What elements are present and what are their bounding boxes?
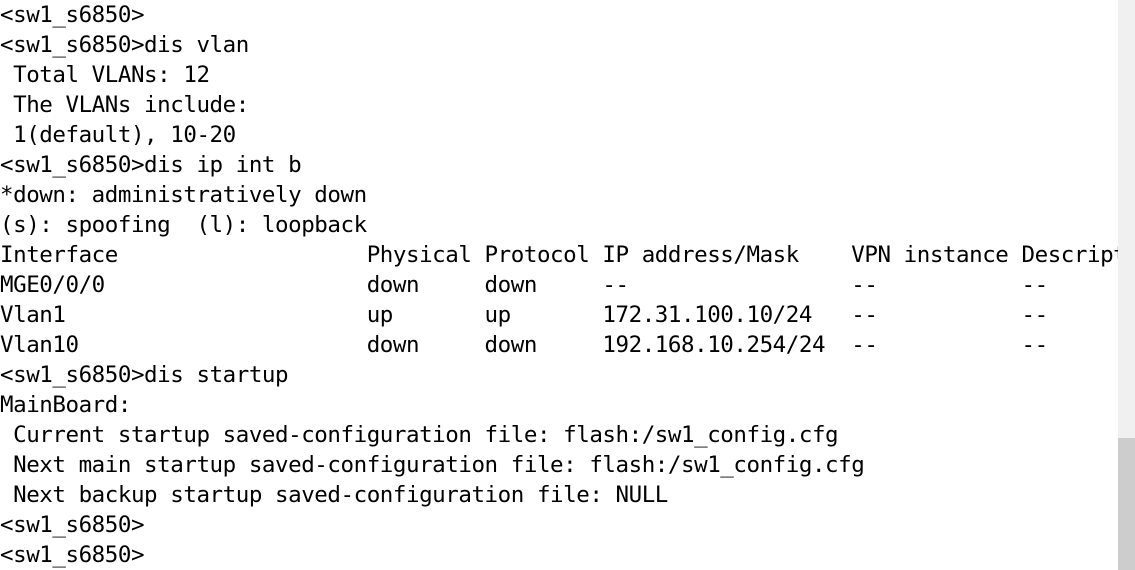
terminal-table-row: MGE0/0/0 down down -- -- -- xyxy=(0,272,1048,298)
terminal-line: (s): spoofing (l): loopback xyxy=(0,212,367,238)
terminal-table-row: Vlan1 up up 172.31.100.10/24 -- -- xyxy=(0,302,1048,328)
terminal-line: The VLANs include: xyxy=(0,92,249,118)
terminal-line: Next backup startup saved-configuration … xyxy=(0,482,668,508)
vertical-scrollbar[interactable] xyxy=(1118,0,1135,570)
terminal-table-row: Vlan10 down down 192.168.10.254/24 -- -- xyxy=(0,332,1048,358)
terminal-prompt-line: <sw1_s6850> xyxy=(0,542,145,568)
terminal-line: Total VLANs: 12 xyxy=(0,62,210,88)
terminal-line: Current startup saved-configuration file… xyxy=(0,422,839,448)
vertical-scrollbar-thumb[interactable] xyxy=(1118,438,1135,570)
terminal-line: Next main startup saved-configuration fi… xyxy=(0,452,865,478)
terminal-output-area[interactable]: <sw1_s6850> <sw1_s6850>dis vlan Total VL… xyxy=(0,0,1118,570)
terminal-line: <sw1_s6850>dis startup xyxy=(0,362,289,388)
terminal-line: MainBoard: xyxy=(0,392,131,418)
terminal-line: <sw1_s6850> xyxy=(0,512,145,538)
terminal-window: <sw1_s6850> <sw1_s6850>dis vlan Total VL… xyxy=(0,0,1135,570)
terminal-table-header: Interface Physical Protocol IP address/M… xyxy=(0,242,1118,268)
terminal-line: 1(default), 10-20 xyxy=(0,122,236,148)
terminal-line: <sw1_s6850>dis vlan xyxy=(0,32,249,58)
terminal-line: <sw1_s6850> xyxy=(0,2,145,28)
terminal-line: <sw1_s6850>dis ip int b xyxy=(0,152,302,178)
terminal-line: *down: administratively down xyxy=(0,182,367,208)
